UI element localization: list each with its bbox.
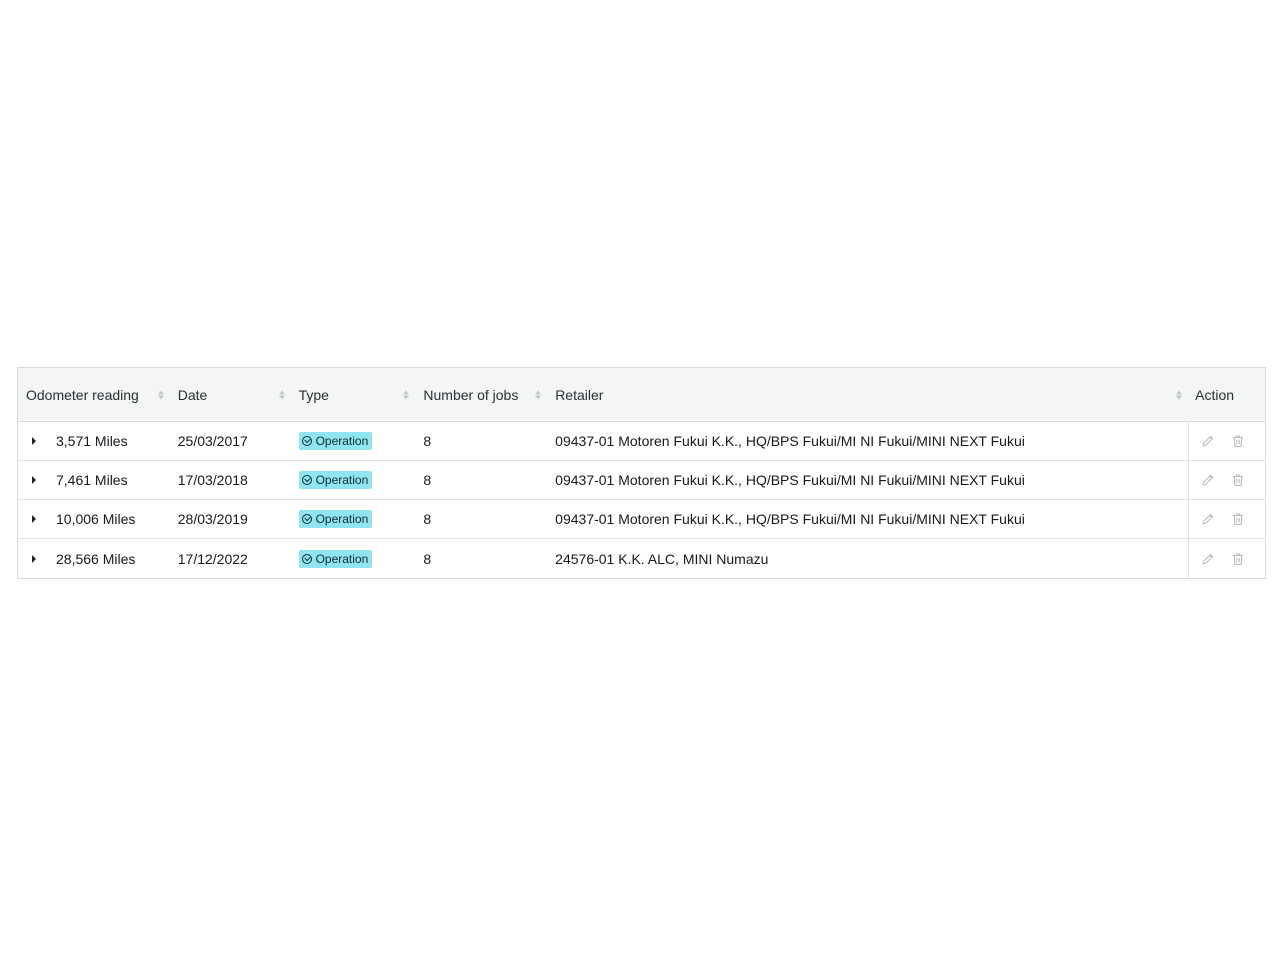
column-header-action: Action — [1188, 368, 1265, 421]
column-header-retailer[interactable]: Retailer — [547, 368, 1188, 421]
retailer-value: 24576-01 K.K. ALC, MINI Numazu — [555, 550, 769, 567]
odometer-value: 28,566 Miles — [56, 550, 136, 567]
column-header-label: Odometer reading — [26, 386, 139, 403]
date-cell: 25/03/2017 — [170, 422, 291, 460]
delete-button[interactable] — [1226, 468, 1250, 492]
check-circle-icon — [301, 475, 312, 485]
edit-button[interactable] — [1196, 547, 1220, 571]
pencil-icon — [1202, 513, 1214, 525]
column-header-label: Number of jobs — [423, 386, 519, 403]
type-tag-label: Operation — [315, 512, 369, 526]
sort-icon[interactable] — [535, 390, 542, 399]
jobs-cell: 8 — [415, 500, 547, 538]
retailer-cell: 09437-01 Motoren Fukui K.K., HQ/BPS Fuku… — [547, 461, 1188, 499]
type-cell: Operation — [291, 422, 416, 460]
delete-button[interactable] — [1226, 429, 1250, 453]
edit-button[interactable] — [1196, 429, 1220, 453]
odometer-value: 7,461 Miles — [56, 472, 128, 488]
pencil-icon — [1202, 553, 1214, 565]
jobs-value: 8 — [423, 550, 432, 567]
expand-row-caret-right-icon[interactable] — [22, 539, 46, 578]
type-cell: Operation — [291, 539, 416, 578]
column-header-jobs[interactable]: Number of jobs — [415, 368, 547, 421]
type-cell: Operation — [291, 500, 416, 538]
jobs-value: 8 — [423, 511, 432, 527]
column-header-type[interactable]: Type — [291, 368, 416, 421]
jobs-cell: 8 — [415, 422, 547, 460]
type-tag-label: Operation — [315, 434, 369, 448]
date-value: 17/12/2022 — [177, 550, 248, 567]
action-cell — [1188, 461, 1265, 499]
column-header-label: Retailer — [555, 386, 604, 403]
column-header-label: Type — [298, 386, 329, 403]
edit-button[interactable] — [1196, 507, 1220, 531]
retailer-cell: 09437-01 Motoren Fukui K.K., HQ/BPS Fuku… — [547, 500, 1188, 538]
odometer-cell: 7,461 Miles — [18, 461, 170, 499]
check-circle-icon — [301, 436, 312, 446]
sort-icon[interactable] — [157, 390, 164, 399]
sort-icon[interactable] — [278, 390, 285, 399]
date-cell: 17/12/2022 — [170, 539, 291, 578]
odometer-cell: 10,006 Miles — [18, 500, 170, 538]
jobs-value: 8 — [423, 472, 432, 488]
odometer-cell: 28,566 Miles — [18, 539, 170, 578]
check-circle-icon — [301, 553, 312, 564]
odometer-value: 10,006 Miles — [56, 511, 136, 527]
date-cell: 17/03/2018 — [170, 461, 291, 499]
trash-icon — [1233, 513, 1244, 525]
edit-button[interactable] — [1196, 468, 1220, 492]
table-row: 7,461 Miles 17/03/2018 Operation 8 09437… — [18, 461, 1265, 500]
jobs-cell: 8 — [415, 539, 547, 578]
trash-icon — [1233, 435, 1244, 447]
trash-icon — [1233, 552, 1244, 565]
delete-button[interactable] — [1226, 507, 1250, 531]
expand-row-caret-right-icon[interactable] — [22, 500, 46, 538]
date-cell: 28/03/2019 — [170, 500, 291, 538]
column-header-label: Action — [1195, 386, 1235, 403]
sort-icon[interactable] — [403, 390, 410, 399]
table-row: 3,571 Miles 25/03/2017 Operation 8 09437… — [18, 422, 1265, 461]
type-tag-label: Operation — [315, 473, 369, 487]
date-value: 25/03/2017 — [177, 433, 248, 449]
retailer-cell: 24576-01 K.K. ALC, MINI Numazu — [547, 539, 1188, 578]
jobs-value: 8 — [423, 433, 432, 449]
delete-button[interactable] — [1226, 547, 1250, 571]
type-tag: Operation — [298, 549, 373, 568]
column-header-label: Date — [177, 386, 208, 403]
type-tag: Operation — [298, 510, 373, 528]
type-cell: Operation — [291, 461, 416, 499]
retailer-value: 09437-01 Motoren Fukui K.K., HQ/BPS Fuku… — [555, 511, 1025, 527]
action-cell — [1188, 539, 1265, 578]
pencil-icon — [1202, 435, 1214, 447]
odometer-value: 3,571 Miles — [56, 433, 128, 449]
date-value: 28/03/2019 — [177, 511, 248, 527]
pencil-icon — [1202, 474, 1214, 486]
service-history-table: Odometer reading Date Type Number of job… — [17, 367, 1266, 579]
type-tag-label: Operation — [315, 551, 369, 566]
column-header-date[interactable]: Date — [170, 368, 291, 421]
column-header-odometer[interactable]: Odometer reading — [18, 368, 170, 421]
table-row: 10,006 Miles 28/03/2019 Operation 8 0943… — [18, 500, 1265, 539]
action-cell — [1188, 500, 1265, 538]
retailer-cell: 09437-01 Motoren Fukui K.K., HQ/BPS Fuku… — [547, 422, 1188, 460]
action-cell — [1188, 422, 1265, 460]
date-value: 17/03/2018 — [177, 472, 248, 488]
expand-row-caret-right-icon[interactable] — [22, 422, 46, 460]
expand-row-caret-right-icon[interactable] — [22, 461, 46, 499]
odometer-cell: 3,571 Miles — [18, 422, 170, 460]
type-tag: Operation — [298, 471, 373, 489]
table-row: 28,566 Miles 17/12/2022 Operation 8 2457… — [18, 539, 1265, 578]
trash-icon — [1233, 474, 1244, 486]
retailer-value: 09437-01 Motoren Fukui K.K., HQ/BPS Fuku… — [555, 433, 1025, 449]
sort-icon[interactable] — [1176, 390, 1183, 399]
jobs-cell: 8 — [415, 461, 547, 499]
type-tag: Operation — [298, 432, 373, 450]
table-header: Odometer reading Date Type Number of job… — [18, 368, 1265, 422]
check-circle-icon — [301, 514, 312, 524]
retailer-value: 09437-01 Motoren Fukui K.K., HQ/BPS Fuku… — [555, 472, 1025, 488]
